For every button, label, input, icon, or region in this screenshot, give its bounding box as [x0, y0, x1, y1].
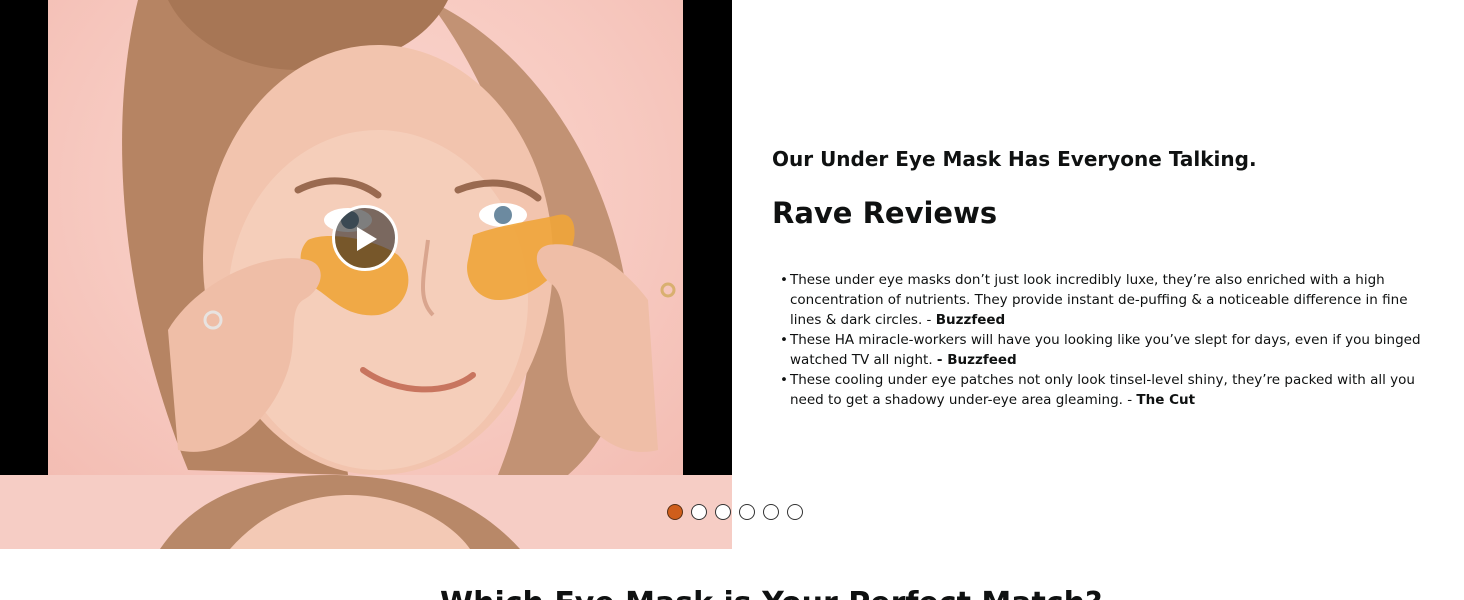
- review-item: These HA miracle-workers will have you l…: [780, 330, 1430, 370]
- review-item: These under eye masks don’t just look in…: [780, 270, 1430, 330]
- reviews-list: These under eye masks don’t just look in…: [780, 270, 1430, 410]
- section-heading: Rave Reviews: [772, 196, 998, 230]
- review-text: These HA miracle-workers will have you l…: [790, 332, 1421, 368]
- carousel-dot-1[interactable]: [667, 504, 683, 520]
- carousel-dot-3[interactable]: [715, 504, 731, 520]
- review-source: - Buzzfeed: [936, 352, 1017, 368]
- video-player[interactable]: [0, 0, 732, 475]
- next-slide-image: [160, 475, 520, 549]
- review-source: Buzzfeed: [935, 312, 1006, 328]
- carousel-dot-4[interactable]: [739, 504, 755, 520]
- next-slide-preview: [0, 475, 732, 549]
- next-section-heading: Which Eye Mask is Your Perfect Match?: [440, 586, 1102, 600]
- carousel-dot-2[interactable]: [691, 504, 707, 520]
- review-text: These under eye masks don’t just look in…: [790, 272, 1408, 328]
- play-icon: [357, 227, 377, 251]
- play-button[interactable]: [332, 205, 398, 271]
- carousel-indicators: [667, 504, 803, 520]
- carousel-dot-6[interactable]: [787, 504, 803, 520]
- section-subheading: Our Under Eye Mask Has Everyone Talking.: [772, 147, 1257, 171]
- carousel-dot-5[interactable]: [763, 504, 779, 520]
- review-text: These cooling under eye patches not only…: [790, 372, 1415, 408]
- review-item: These cooling under eye patches not only…: [780, 370, 1430, 410]
- review-source: The Cut: [1136, 392, 1196, 408]
